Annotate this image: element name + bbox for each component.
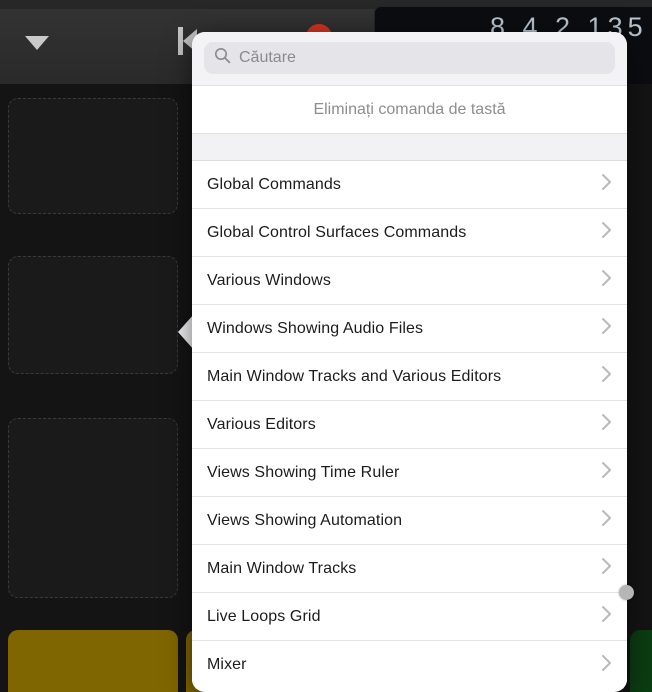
live-loops-cell-empty[interactable] [8,256,178,374]
remove-key-command-label: Eliminați comanda de tastă [313,101,505,119]
list-item[interactable]: Live Loops Grid [192,593,627,641]
list-item-label: Views Showing Automation [207,512,601,530]
chevron-right-icon [601,412,613,437]
chevron-right-icon [601,653,613,678]
live-loops-cell-filled[interactable] [630,630,652,692]
list-item-label: Views Showing Time Ruler [207,464,601,482]
list-item[interactable]: Views Showing Automation [192,497,627,545]
chevron-right-icon [601,172,613,197]
list-item[interactable]: Main Window Tracks [192,545,627,593]
search-placeholder: Căutare [239,50,296,66]
list-item-label: Mixer [207,656,601,674]
chevron-right-icon [601,268,613,293]
list-item[interactable]: Views Showing Time Ruler [192,449,627,497]
key-command-popover: Căutare Eliminați comanda de tastă Globa… [192,32,627,692]
list-item[interactable]: Global Commands [192,161,627,209]
chevron-right-icon [601,316,613,341]
list-item[interactable]: Various Windows [192,257,627,305]
list-item-label: Live Loops Grid [207,608,601,626]
list-item-label: Various Editors [207,416,601,434]
list-item-label: Global Control Surfaces Commands [207,224,601,242]
remove-key-command-button[interactable]: Eliminați comanda de tastă [192,85,627,134]
triangle-down-icon[interactable] [25,36,49,50]
resize-handle[interactable] [619,585,634,600]
chevron-right-icon [601,556,613,581]
list-item-label: Various Windows [207,272,601,290]
list-item-label: Main Window Tracks and Various Editors [207,368,601,386]
list-item[interactable]: Mixer [192,641,627,689]
live-loops-cell-empty[interactable] [8,98,178,214]
list-item[interactable]: Global Control Surfaces Commands [192,209,627,257]
live-loops-cell-empty[interactable] [8,418,178,598]
section-header-band [192,134,627,161]
list-item[interactable]: Windows Showing Audio Files [192,305,627,353]
list-item[interactable]: Various Editors [192,401,627,449]
chevron-right-icon [601,220,613,245]
screen-root: 8 4 2 135 Căutare Eliminați comanda de t… [0,0,652,692]
search-field[interactable]: Căutare [204,42,615,74]
live-loops-cell-filled[interactable] [8,630,178,692]
chevron-right-icon [601,364,613,389]
list-item-label: Windows Showing Audio Files [207,320,601,338]
chevron-right-icon [601,604,613,629]
list-item[interactable]: Main Window Tracks and Various Editors [192,353,627,401]
list-item-label: Global Commands [207,176,601,194]
list-item-label: Main Window Tracks [207,560,601,578]
chevron-right-icon [601,460,613,485]
command-group-list: Global Commands Global Control Surfaces C… [192,161,627,689]
search-icon [214,47,231,69]
popover-header: Căutare [192,32,627,85]
chevron-right-icon [601,508,613,533]
